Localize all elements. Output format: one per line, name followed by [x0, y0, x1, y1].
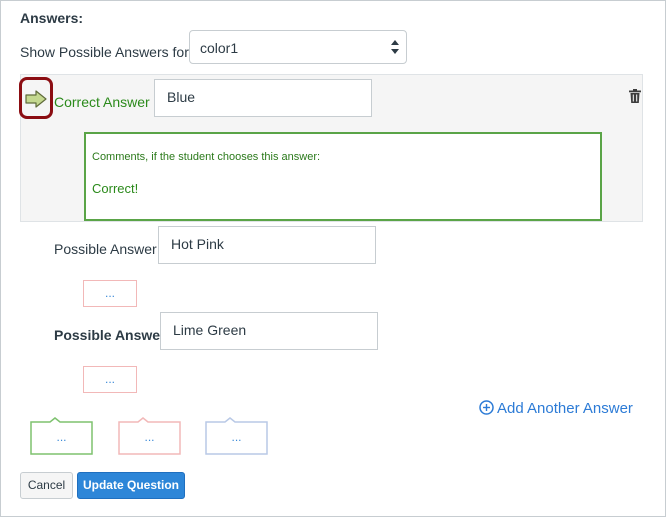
- trash-icon[interactable]: [629, 89, 641, 103]
- bubble-placeholder: ...: [144, 430, 155, 444]
- possible-answer-label: Possible Answer: [54, 241, 157, 257]
- answers-panel: Answers: Show Possible Answers for color…: [0, 0, 666, 517]
- up-down-arrows-icon: [391, 40, 399, 54]
- incorrect-comment-bubble[interactable]: ...: [118, 417, 181, 455]
- possible-answer-input[interactable]: Hot Pink: [158, 226, 376, 264]
- update-question-button[interactable]: Update Question: [77, 472, 185, 499]
- comments-text: Correct!: [92, 181, 139, 196]
- possible-answer-comment-button[interactable]: ...: [83, 280, 137, 307]
- arrow-right-icon[interactable]: [25, 90, 47, 108]
- correct-answer-label: Correct Answer: [54, 94, 150, 110]
- comments-hint: Comments, if the student chooses this an…: [92, 151, 321, 163]
- possible-answer-label: Possible Answer: [54, 327, 166, 343]
- add-another-answer-link[interactable]: Add Another Answer: [479, 400, 633, 417]
- possible-answer-input[interactable]: Lime Green: [160, 312, 378, 350]
- bubble-placeholder: ...: [56, 430, 67, 444]
- correct-answer-input[interactable]: Blue: [154, 79, 372, 117]
- blank-select-value: color1: [200, 40, 239, 56]
- neutral-comment-bubble[interactable]: ...: [205, 417, 268, 455]
- cancel-button[interactable]: Cancel: [20, 472, 73, 499]
- correct-comment-bubble[interactable]: ...: [30, 417, 93, 455]
- add-another-answer-label: Add Another Answer: [497, 400, 633, 417]
- blank-select[interactable]: color1: [189, 30, 407, 64]
- answers-heading: Answers:: [20, 10, 84, 26]
- correct-answer-comments[interactable]: Comments, if the student chooses this an…: [84, 132, 602, 221]
- possible-answer-comment-button[interactable]: ...: [83, 366, 137, 393]
- show-possible-answers-label: Show Possible Answers for: [20, 44, 189, 60]
- bubble-placeholder: ...: [231, 430, 242, 444]
- plus-circle-icon: [479, 400, 494, 415]
